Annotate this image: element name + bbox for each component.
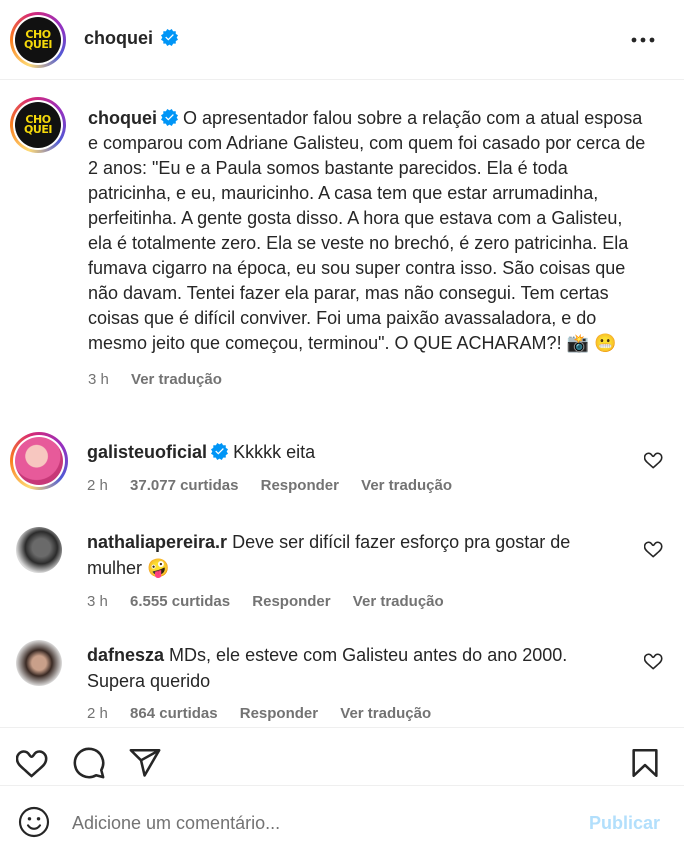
comment-2-meta: 3 h 6.555 curtidas Responder Ver traduçã…	[87, 593, 462, 610]
header-avatar[interactable]: CHO QUEI	[10, 12, 66, 68]
add-comment-bar: Publicar	[0, 785, 684, 857]
comment-2-time[interactable]: 3 h	[87, 593, 108, 610]
comment-1-translate-link[interactable]: Ver tradução	[361, 477, 452, 494]
publish-button[interactable]: Publicar	[589, 813, 660, 834]
comment-1-like-heart-icon[interactable]	[644, 450, 664, 470]
comment-2: nathaliapereira.r Deve ser difícil fazer…	[87, 529, 607, 581]
comment-avatar-nathalia[interactable]	[16, 527, 62, 573]
comment-3-translate-link[interactable]: Ver tradução	[340, 705, 431, 722]
comment-2-reply-button[interactable]: Responder	[252, 593, 330, 610]
comment-1-likes[interactable]: 37.077 curtidas	[130, 477, 238, 494]
verified-badge-icon	[211, 443, 229, 460]
comment-3-time[interactable]: 2 h	[87, 705, 108, 722]
choquei-logo: CHO QUEI	[15, 102, 61, 148]
caption-username[interactable]: choquei	[88, 108, 157, 128]
comment-1-meta: 2 h 37.077 curtidas Responder Ver traduç…	[87, 477, 470, 494]
header-username[interactable]: choquei	[84, 28, 153, 48]
comment-3-likes[interactable]: 864 curtidas	[130, 705, 218, 722]
verified-badge-icon	[161, 109, 179, 126]
comment-input[interactable]	[72, 810, 552, 836]
verified-badge-icon	[161, 29, 179, 46]
more-horizontal-icon[interactable]	[630, 30, 656, 50]
comment-2-like-heart-icon[interactable]	[644, 539, 664, 559]
comment-1-text: Kkkkk eita	[233, 442, 316, 462]
comment-1-time[interactable]: 2 h	[87, 477, 108, 494]
emoji-icon[interactable]	[18, 806, 50, 838]
comment-3-like-heart-icon[interactable]	[644, 651, 664, 671]
comment-2-username[interactable]: nathaliapereira.r	[87, 532, 227, 552]
comment-3: dafnesza MDs, ele esteve com Galisteu an…	[87, 642, 607, 694]
comment-1-reply-button[interactable]: Responder	[261, 477, 339, 494]
comment-2-translate-link[interactable]: Ver tradução	[353, 593, 444, 610]
divider	[0, 727, 684, 728]
share-icon[interactable]	[128, 746, 162, 780]
comment-avatar-galisteu[interactable]	[10, 432, 68, 490]
comment-2-likes[interactable]: 6.555 curtidas	[130, 593, 230, 610]
choquei-logo: CHO QUEI	[15, 17, 61, 63]
comment-1-username[interactable]: galisteuoficial	[87, 442, 207, 462]
comment-3-username[interactable]: dafnesza	[87, 645, 164, 665]
comment-3-meta: 2 h 864 curtidas Responder Ver tradução	[87, 705, 449, 722]
caption-text: O apresentador falou sobre a relação com…	[88, 108, 646, 353]
post-header: CHO QUEI choquei	[0, 0, 684, 80]
caption-meta: 3 h Ver tradução	[88, 367, 648, 392]
bookmark-icon[interactable]	[628, 746, 662, 780]
comment-icon[interactable]	[72, 746, 106, 780]
comment-3-reply-button[interactable]: Responder	[240, 705, 318, 722]
comment-avatar-dafnesza[interactable]	[16, 640, 62, 686]
post-caption: choquei O apresentador falou sobre a rel…	[88, 106, 648, 392]
caption-avatar[interactable]: CHO QUEI	[10, 97, 66, 153]
heart-icon[interactable]	[16, 746, 50, 780]
comment-1: galisteuoficial Kkkkk eita	[87, 439, 607, 465]
galisteu-photo	[15, 437, 63, 485]
caption-time[interactable]: 3 h	[88, 371, 109, 388]
caption-translate-link[interactable]: Ver tradução	[131, 371, 222, 388]
